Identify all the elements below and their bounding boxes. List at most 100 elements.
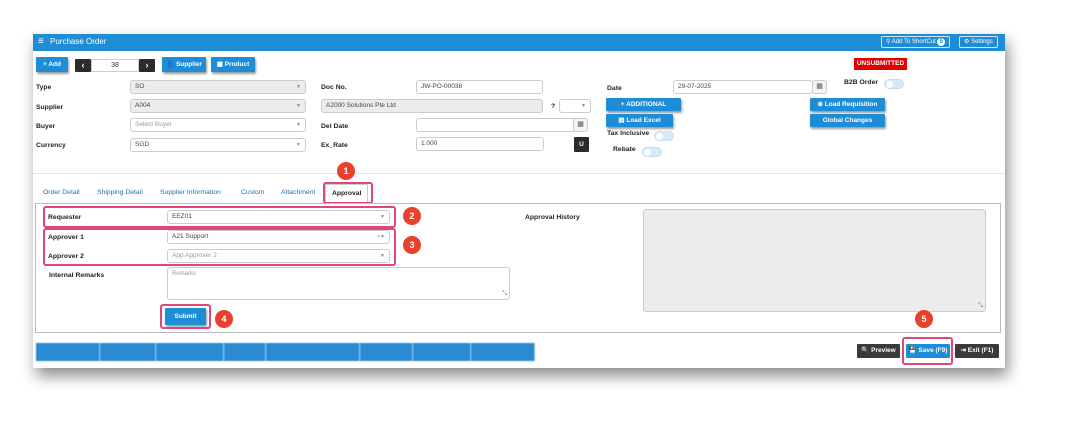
- docno-label: Doc No.: [321, 84, 347, 91]
- supplier-label: Supplier: [36, 104, 64, 111]
- currency-value: SGD: [135, 141, 150, 148]
- blurred-footer-button[interactable]: [360, 343, 413, 361]
- chevron-down-icon: ▼: [296, 122, 301, 128]
- title-bar: ≡ Purchase Order ⚲ Add To ShortCut 5 ⚙ S…: [33, 34, 1005, 51]
- add-button[interactable]: + Add: [36, 57, 68, 72]
- file-icon: ▤: [618, 117, 625, 124]
- type-label: Type: [36, 84, 52, 91]
- link-icon: ⚲: [886, 39, 891, 45]
- currency-select[interactable]: SGD ▼: [130, 138, 306, 152]
- buyer-label: Buyer: [36, 123, 56, 130]
- window-title: Purchase Order: [50, 37, 107, 46]
- highlight-approval-tab: [323, 182, 373, 204]
- currency-label: Currency: [36, 142, 66, 149]
- exrate-label: Ex_Rate: [321, 142, 348, 149]
- prev-record-button[interactable]: ‹: [75, 59, 91, 72]
- highlight-approvers: [43, 228, 396, 266]
- exit-button[interactable]: ⇥ Exit (F1): [955, 344, 999, 358]
- tab-custom[interactable]: Custom: [241, 189, 264, 196]
- next-record-button[interactable]: ›: [139, 59, 155, 72]
- blurred-footer-button[interactable]: [156, 343, 224, 361]
- tab-attachment[interactable]: Attachment: [281, 189, 315, 196]
- grid-icon: ▦: [216, 61, 223, 68]
- callout-2: 2: [403, 207, 421, 225]
- deldate-field[interactable]: [416, 118, 576, 132]
- supplier-button[interactable]: 👤 Supplier: [162, 57, 206, 72]
- record-number-field[interactable]: 38: [91, 59, 139, 72]
- exrate-field[interactable]: 1.000: [416, 137, 544, 151]
- b2b-order-toggle[interactable]: [884, 79, 904, 89]
- rebate-toggle[interactable]: [642, 147, 662, 157]
- type-select[interactable]: SO ▼: [130, 80, 306, 94]
- callout-4: 4: [215, 310, 233, 328]
- plus-circle-icon: ⊕: [817, 101, 823, 108]
- chevron-down-icon: ▼: [581, 103, 586, 109]
- resize-handle-icon[interactable]: ⤡: [978, 303, 983, 310]
- gear-icon: ⚙: [964, 39, 970, 45]
- chevron-down-icon: ▼: [296, 142, 301, 148]
- tab-order-detail[interactable]: Order Detail: [43, 189, 80, 196]
- tab-shipping-detail[interactable]: Shipping Detail: [97, 189, 143, 196]
- b2b-order-label: B2B Order: [844, 79, 878, 86]
- load-excel-button[interactable]: ▤ Load Excel: [606, 114, 673, 127]
- settings-label: Settings: [971, 39, 993, 45]
- search-icon: 🔍: [861, 347, 870, 354]
- blurred-footer-button[interactable]: [266, 343, 360, 361]
- add-to-shortcut-button[interactable]: ⚲ Add To ShortCut 5: [881, 36, 951, 48]
- date-label: Date: [607, 85, 622, 92]
- internal-remarks-textarea[interactable]: Remarks ⤡: [167, 267, 510, 300]
- remarks-placeholder: Remarks: [172, 271, 197, 277]
- supplier-name-field: A2000 Solutions Pte Ltd: [321, 99, 543, 113]
- calendar-icon[interactable]: ▦: [812, 80, 827, 94]
- blurred-footer-button[interactable]: [471, 343, 535, 361]
- tab-supplier-information[interactable]: Supplier Information: [160, 189, 221, 196]
- u-button[interactable]: U: [574, 137, 589, 152]
- load-requisition-label: Load Requisition: [824, 101, 878, 108]
- blurred-footer-button[interactable]: [100, 343, 156, 361]
- buyer-select[interactable]: Select Buyer ▼: [130, 118, 306, 132]
- settings-button[interactable]: ⚙ Settings: [959, 36, 998, 48]
- chevron-down-icon: ▼: [296, 84, 301, 90]
- additional-button[interactable]: + ADDITIONAL: [606, 98, 681, 111]
- help-icon[interactable]: ?: [551, 103, 555, 110]
- calendar-icon[interactable]: ▦: [573, 118, 588, 132]
- blurred-footer-button[interactable]: [224, 343, 266, 361]
- supplier-select[interactable]: A004 ▼: [130, 99, 306, 113]
- tax-inclusive-label: Tax Inclusive: [607, 130, 650, 137]
- shortcut-count-badge: 5: [937, 38, 946, 46]
- tax-inclusive-toggle[interactable]: [654, 131, 674, 141]
- type-value: SO: [135, 83, 145, 90]
- preview-button[interactable]: 🔍 Preview: [857, 344, 900, 358]
- rebate-label: Rebate: [613, 146, 636, 153]
- resize-handle-icon[interactable]: ⤡: [502, 291, 507, 298]
- hamburger-menu-icon[interactable]: ≡: [38, 37, 44, 47]
- product-button[interactable]: ▦ Product: [211, 57, 255, 72]
- highlight-save: [902, 337, 953, 365]
- deldate-label: Del Date: [321, 123, 349, 130]
- preview-label: Preview: [871, 347, 896, 354]
- load-requisition-button[interactable]: ⊕ Load Requisition: [810, 98, 885, 111]
- user-icon: 👤: [166, 61, 175, 68]
- approval-history-textarea: ⤡: [643, 209, 986, 312]
- supplier-extra-select[interactable]: ▼: [559, 99, 591, 113]
- blurred-footer-button[interactable]: [413, 343, 471, 361]
- blurred-footer-button[interactable]: [36, 343, 100, 361]
- date-field[interactable]: 29-07-2025: [673, 80, 813, 94]
- approval-history-label: Approval History: [525, 214, 580, 221]
- purchase-order-window: ≡ Purchase Order ⚲ Add To ShortCut 5 ⚙ S…: [33, 34, 1005, 368]
- status-badge: UNSUBMITTED: [854, 58, 907, 70]
- chevron-down-icon: ▼: [296, 103, 301, 109]
- exit-icon: ⇥: [960, 347, 966, 354]
- buyer-placeholder: Select Buyer: [135, 121, 172, 128]
- callout-5: 5: [915, 310, 933, 328]
- product-button-label: Product: [224, 61, 250, 68]
- footer-bar: 🔍 Preview 💾 Save (F9) ⇥ Exit (F1): [33, 335, 1005, 368]
- supplier-value: A004: [135, 102, 151, 109]
- global-changes-button[interactable]: Global Changes: [810, 114, 885, 127]
- supplier-button-label: Supplier: [175, 61, 202, 68]
- highlight-requester: [43, 206, 396, 228]
- callout-1: 1: [337, 162, 355, 180]
- add-to-shortcut-label: Add To ShortCut: [891, 39, 936, 45]
- docno-field[interactable]: JW-PO-00038: [416, 80, 543, 94]
- highlight-submit: [160, 304, 211, 329]
